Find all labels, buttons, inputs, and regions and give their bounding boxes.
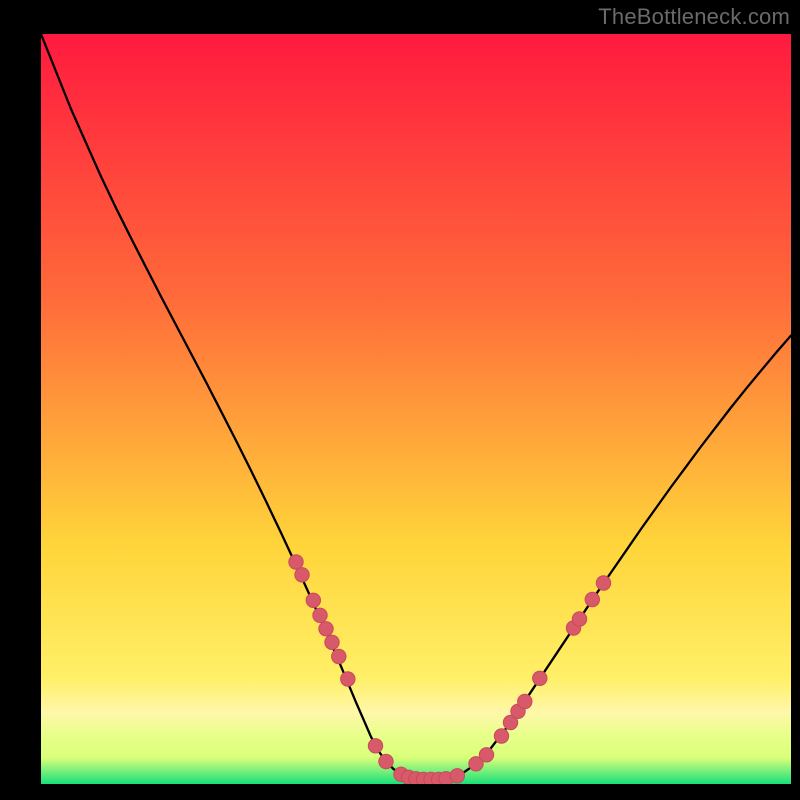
data-dot [450,769,464,783]
data-dot [533,671,547,685]
chart-frame: TheBottleneck.com [0,0,800,800]
data-dot [325,635,339,649]
bottleneck-chart [41,34,791,784]
watermark-label: TheBottleneck.com [598,4,790,30]
data-dot [518,694,532,708]
data-dot [379,754,393,768]
data-dot [306,593,320,607]
data-dot [572,612,586,626]
data-dot [368,739,382,753]
data-dot [332,649,346,663]
data-dot [289,555,303,569]
data-dot [585,592,599,606]
data-dot [341,672,355,686]
data-dot [313,608,327,622]
chart-background [41,34,791,784]
data-dot [494,729,508,743]
data-dot [596,576,610,590]
data-dot [319,622,333,636]
data-dot [479,748,493,762]
data-dot [295,568,309,582]
